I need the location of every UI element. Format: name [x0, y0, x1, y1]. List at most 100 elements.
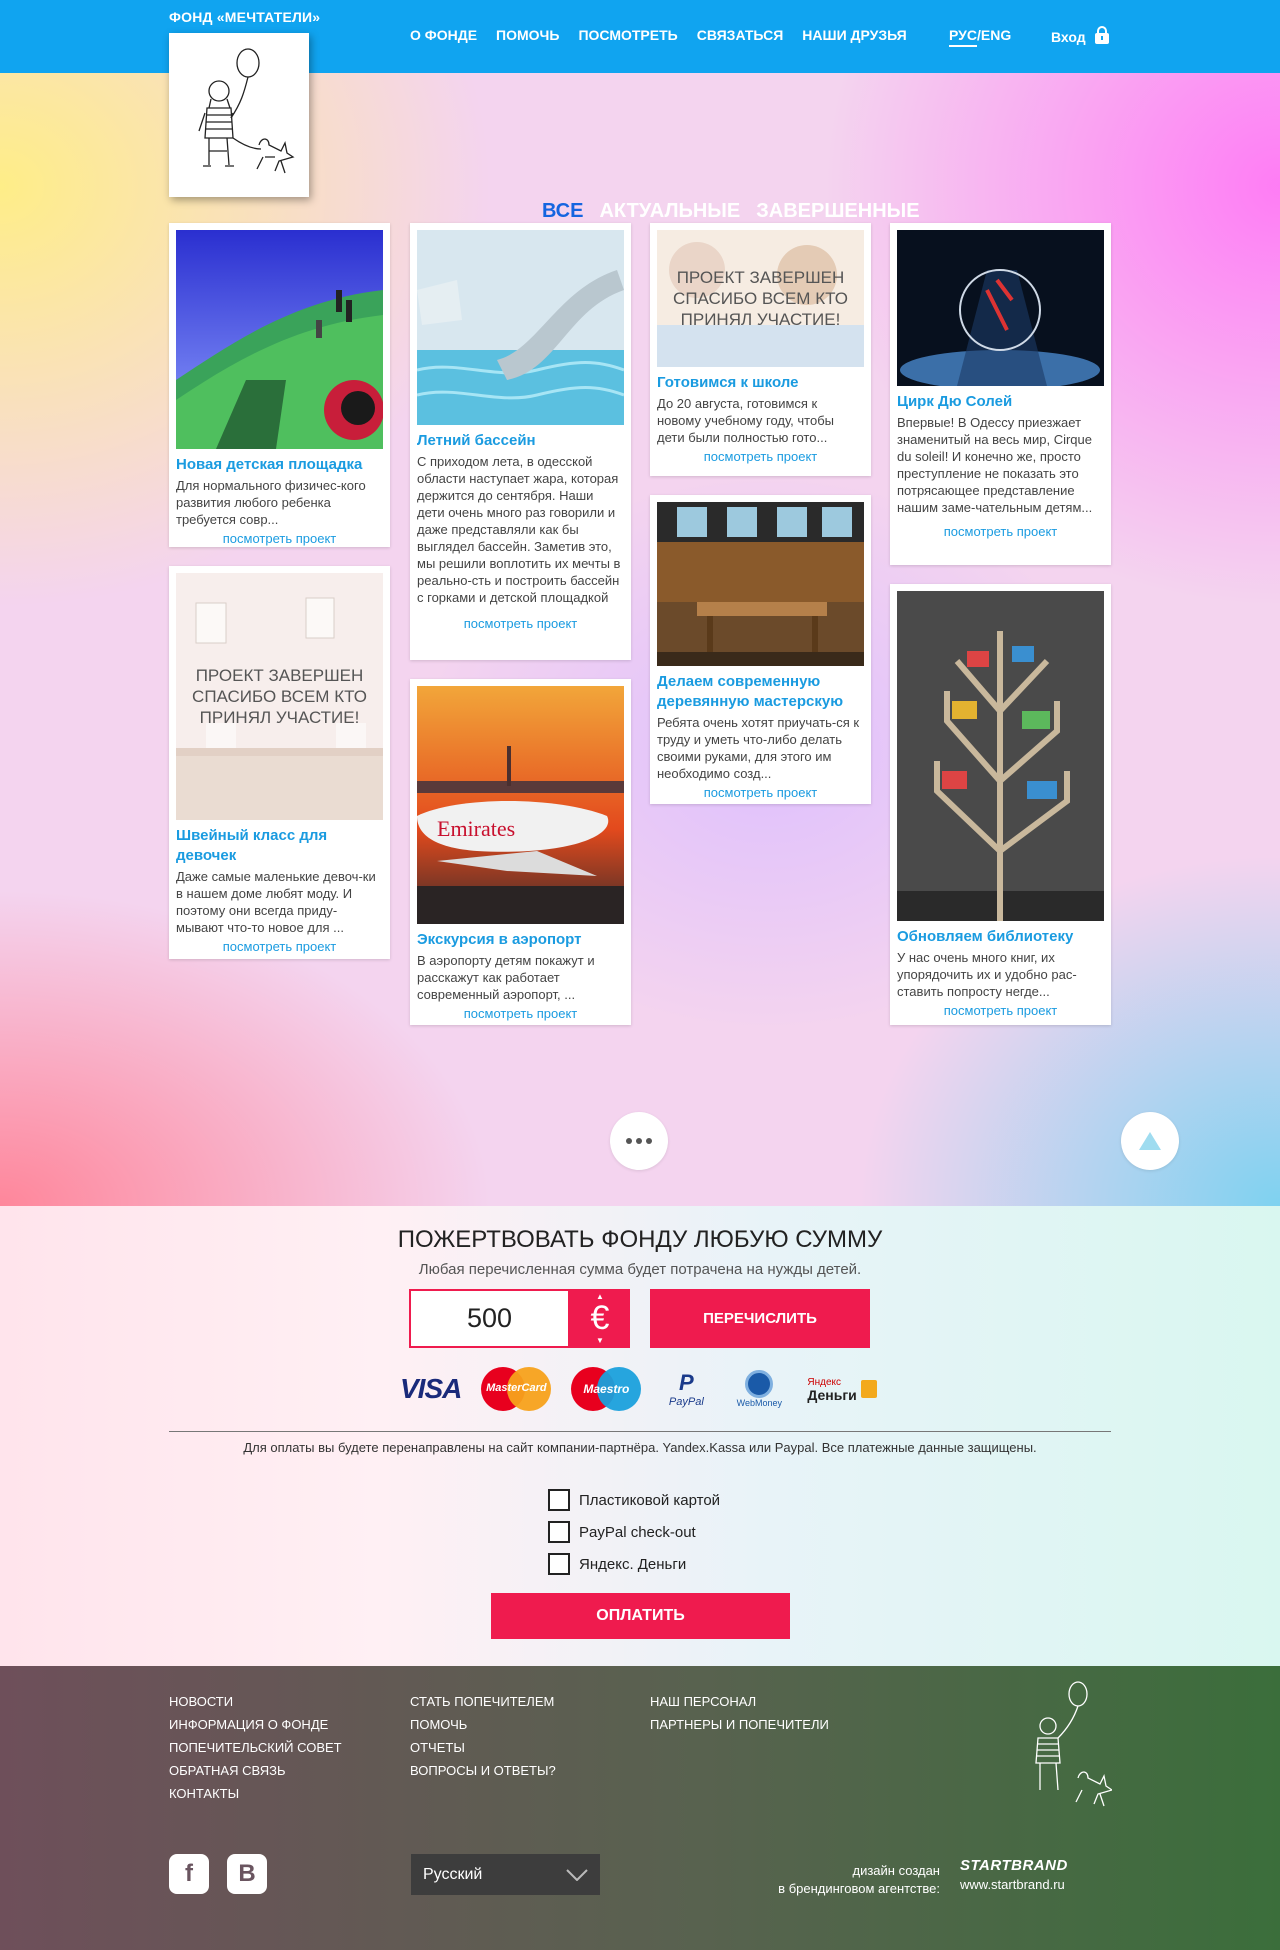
project-title[interactable]: Цирк Дю Солей — [897, 392, 1104, 412]
view-project-link[interactable]: посмотреть проект — [897, 1003, 1104, 1018]
option-label: Пластиковой картой — [579, 1491, 721, 1509]
nav-contact[interactable]: СВЯЗАТЬСЯ — [697, 27, 784, 43]
credits-line: в брендинговом агентстве: — [778, 1881, 940, 1896]
svg-text:Emirates: Emirates — [437, 816, 515, 841]
view-project-link[interactable]: посмотреть проект — [417, 1006, 624, 1021]
project-card-pool[interactable]: Летний бассейн С приходом лета, в одесск… — [410, 223, 631, 660]
project-title[interactable]: Готовимся к школе — [657, 373, 864, 393]
lang-ru[interactable]: РУС — [949, 27, 977, 47]
project-card-workshop[interactable]: Делаем современную деревянную мастерскую… — [650, 495, 871, 804]
scroll-up-button[interactable] — [1121, 1112, 1179, 1170]
projects-section: ВСЕ АКТУАЛЬНЫЕ ЗАВЕРШЕННЫЕ Новая детская… — [0, 73, 1280, 1206]
login-button[interactable]: Вход — [1051, 26, 1110, 47]
view-project-link[interactable]: посмотреть проект — [657, 449, 864, 464]
option-yandex[interactable]: Яндекс. Деньги — [548, 1548, 720, 1580]
lock-icon — [1094, 26, 1110, 47]
main-nav: О ФОНДЕ ПОМОЧЬ ПОСМОТРЕТЬ СВЯЗАТЬСЯ НАШИ… — [410, 27, 907, 43]
footer-link[interactable]: ПАРТНЕРЫ И ПОПЕЧИТЕЛИ — [650, 1713, 829, 1736]
project-image — [897, 230, 1104, 386]
currency-up-icon: ▲ — [596, 1292, 604, 1301]
donate-section: ПОЖЕРТВОВАТЬ ФОНДУ ЛЮБУЮ СУММУ Любая пер… — [0, 1206, 1280, 1666]
footer-link[interactable]: ВОПРОСЫ И ОТВЕТЫ? — [410, 1759, 556, 1782]
lang-en[interactable]: ENG — [981, 27, 1011, 43]
view-project-link[interactable]: посмотреть проект — [176, 939, 383, 954]
more-dots-icon — [626, 1138, 652, 1144]
view-project-link[interactable]: посмотреть проект — [657, 785, 864, 800]
view-project-link[interactable]: посмотреть проект — [417, 616, 624, 631]
webmoney-logo: WebMoney — [731, 1370, 787, 1408]
project-card-library[interactable]: Обновляем библиотеку У нас очень много к… — [890, 584, 1111, 1025]
project-title[interactable]: Обновляем библиотеку — [897, 927, 1104, 947]
footer-link[interactable]: СТАТЬ ПОПЕЧИТЕЛЕМ — [410, 1690, 556, 1713]
load-more-button[interactable] — [610, 1112, 668, 1170]
project-card-school[interactable]: ПРОЕКТ ЗАВЕРШЕН СПАСИБО ВСЕМ КТО ПРИНЯЛ … — [650, 223, 871, 476]
project-image — [897, 591, 1104, 921]
footer-column-1: НОВОСТИ ИНФОРМАЦИЯ О ФОНДЕ ПОПЕЧИТЕЛЬСКИ… — [169, 1690, 342, 1805]
scroll-up-icon — [1139, 1132, 1161, 1150]
payment-options: Пластиковой картой PayPal check-out Янде… — [548, 1484, 720, 1580]
nav-friends[interactable]: НАШИ ДРУЗЬЯ — [802, 27, 906, 43]
checkbox[interactable] — [548, 1521, 570, 1543]
donate-title: ПОЖЕРТВОВАТЬ ФОНДУ ЛЮБУЮ СУММУ — [397, 1226, 883, 1253]
project-finished-overlay: ПРОЕКТ ЗАВЕРШЕН СПАСИБО ВСЕМ КТО ПРИНЯЛ … — [657, 230, 864, 367]
currency-selector[interactable]: ▲ € ▼ — [570, 1289, 630, 1348]
footer-link[interactable]: КОНТАКТЫ — [169, 1782, 342, 1805]
project-description: Даже самые маленькие девоч-ки в нашем до… — [176, 869, 376, 935]
footer-link[interactable]: НОВОСТИ — [169, 1690, 342, 1713]
footer-link[interactable]: ОБРАТНАЯ СВЯЗЬ — [169, 1759, 342, 1782]
project-title[interactable]: Летний бассейн — [417, 431, 624, 451]
nav-view[interactable]: ПОСМОТРЕТЬ — [578, 27, 677, 43]
payment-note: Для оплаты вы будете перенаправлены на с… — [243, 1440, 1037, 1455]
facebook-icon[interactable]: f — [169, 1854, 209, 1894]
vk-icon[interactable]: B — [227, 1854, 267, 1894]
brand-name[interactable]: ФОНД «МЕЧТАТЕЛИ» — [169, 9, 320, 25]
project-card-playground[interactable]: Новая детская площадка Для нормального ф… — [169, 223, 390, 547]
checkbox[interactable] — [548, 1489, 570, 1511]
footer-column-2: СТАТЬ ПОПЕЧИТЕЛЕМ ПОМОЧЬ ОТЧЕТЫ ВОПРОСЫ … — [410, 1690, 556, 1782]
project-title[interactable]: Экскурсия в аэропорт — [417, 930, 624, 950]
currency-down-icon: ▼ — [596, 1336, 604, 1345]
agency-name: STARTBRAND — [960, 1857, 1068, 1874]
footer-link[interactable]: ПОПЕЧИТЕЛЬСКИЙ СОВЕТ — [169, 1736, 342, 1759]
footer-link[interactable]: ИНФОРМАЦИЯ О ФОНДЕ — [169, 1713, 342, 1736]
mastercard-logo: MasterCard — [481, 1367, 552, 1411]
checkbox[interactable] — [548, 1553, 570, 1575]
option-label: Яндекс. Деньги — [579, 1555, 687, 1573]
project-card-circus[interactable]: Цирк Дю Солей Впервые! В Одессу приезжае… — [890, 223, 1111, 565]
payment-logos: VISA MasterCard Maestro P PayPal WebMone… — [400, 1366, 877, 1412]
view-project-link[interactable]: посмотреть проект — [176, 531, 383, 546]
language-select-value: Русский — [423, 1865, 483, 1883]
project-image: Emirates — [417, 686, 624, 924]
project-title[interactable]: Новая детская площадка — [176, 455, 383, 475]
paypal-logo: P PayPal — [668, 1370, 704, 1408]
euro-icon: € — [590, 1299, 610, 1337]
project-finished-overlay: ПРОЕКТ ЗАВЕРШЕН СПАСИБО ВСЕМ КТО ПРИНЯЛ … — [176, 573, 383, 820]
option-card[interactable]: Пластиковой картой — [548, 1484, 720, 1516]
chevron-down-icon — [566, 1868, 588, 1881]
footer-link[interactable]: НАШ ПЕРСОНАЛ — [650, 1690, 829, 1713]
project-image: ПРОЕКТ ЗАВЕРШЕН СПАСИБО ВСЕМ КТО ПРИНЯЛ … — [657, 230, 864, 367]
donate-subtitle: Любая перечисленная сумма будет потрачен… — [418, 1261, 862, 1278]
project-title[interactable]: Швейный класс для девочек — [176, 826, 383, 866]
agency-link[interactable]: STARTBRAND www.startbrand.ru — [960, 1857, 1068, 1892]
nav-about[interactable]: О ФОНДЕ — [410, 27, 477, 43]
project-card-sewing[interactable]: ПРОЕКТ ЗАВЕРШЕН СПАСИБО ВСЕМ КТО ПРИНЯЛ … — [169, 566, 390, 959]
nav-help[interactable]: ПОМОЧЬ — [496, 27, 559, 43]
maestro-logo: Maestro — [571, 1367, 642, 1411]
login-label: Вход — [1051, 28, 1086, 45]
project-card-airport[interactable]: Emirates Экскурсия в аэропорт В аэропорт… — [410, 679, 631, 1025]
transfer-button[interactable]: ПЕРЕЧИСЛИТЬ — [650, 1289, 870, 1348]
amount-input[interactable]: 500 — [409, 1289, 570, 1348]
credits-line: дизайн создан — [852, 1863, 941, 1878]
footer-logo-drawing — [1028, 1678, 1114, 1829]
project-title[interactable]: Делаем современную деревянную мастерскую — [657, 672, 864, 712]
pay-button[interactable]: ОПЛАТИТЬ — [491, 1593, 790, 1639]
footer-link[interactable]: ОТЧЕТЫ — [410, 1736, 556, 1759]
footer-link[interactable]: ПОМОЧЬ — [410, 1713, 556, 1736]
option-paypal[interactable]: PayPal check-out — [548, 1516, 720, 1548]
option-label: PayPal check-out — [579, 1523, 696, 1541]
language-select[interactable]: Русский — [411, 1854, 600, 1895]
project-image: ПРОЕКТ ЗАВЕРШЕН СПАСИБО ВСЕМ КТО ПРИНЯЛ … — [176, 573, 383, 820]
view-project-link[interactable]: посмотреть проект — [897, 524, 1104, 539]
logo[interactable] — [169, 33, 309, 197]
